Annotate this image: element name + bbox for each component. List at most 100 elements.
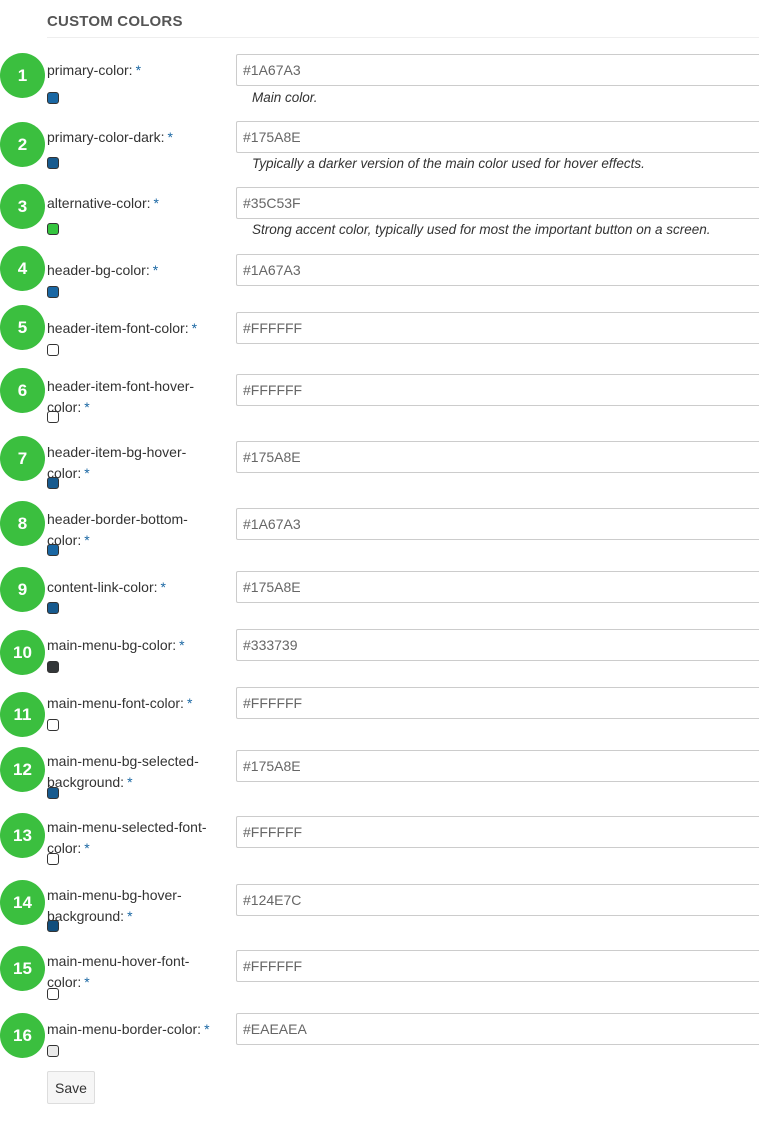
- field-label: alternative-color: *: [47, 193, 215, 214]
- color-swatch[interactable]: [47, 1045, 59, 1057]
- field-label: header-item-bg-hover-color: *: [47, 442, 215, 484]
- field-label-text: primary-color:: [47, 62, 133, 78]
- field-label: main-menu-bg-color: *: [47, 635, 215, 656]
- required-asterisk: *: [191, 320, 198, 336]
- field-help-text: Strong accent color, typically used for …: [252, 222, 711, 237]
- color-swatch[interactable]: [47, 544, 59, 556]
- step-number-badge: 2: [0, 122, 45, 167]
- color-hex-input[interactable]: [236, 121, 759, 153]
- step-number-badge: 1: [0, 53, 45, 98]
- field-label-text: header-bg-color:: [47, 262, 150, 278]
- field-label-text: main-menu-bg-selected-background:: [47, 753, 199, 790]
- color-hex-input[interactable]: [236, 629, 759, 661]
- step-number-badge: 10: [0, 630, 45, 675]
- field-label-text: header-border-bottom-color:: [47, 511, 188, 548]
- color-hex-input[interactable]: [236, 750, 759, 782]
- field-label: header-bg-color: *: [47, 260, 215, 281]
- field-label: main-menu-bg-hover-background: *: [47, 885, 215, 927]
- field-label: header-border-bottom-color: *: [47, 509, 215, 551]
- field-label: main-menu-font-color: *: [47, 693, 215, 714]
- field-label-text: alternative-color:: [47, 195, 151, 211]
- color-hex-input[interactable]: [236, 950, 759, 982]
- field-label: main-menu-bg-selected-background: *: [47, 751, 215, 793]
- field-label-text: main-menu-bg-color:: [47, 637, 177, 653]
- color-hex-input[interactable]: [236, 312, 759, 344]
- required-asterisk: *: [186, 695, 193, 711]
- field-label-text: main-menu-font-color:: [47, 695, 184, 711]
- step-number-badge: 11: [0, 692, 45, 737]
- save-button[interactable]: Save: [47, 1071, 95, 1104]
- color-swatch[interactable]: [47, 92, 59, 104]
- color-hex-input[interactable]: [236, 187, 759, 219]
- required-asterisk: *: [84, 840, 90, 856]
- required-asterisk: *: [160, 579, 166, 595]
- field-label: main-menu-selected-font-color: *: [47, 817, 215, 859]
- step-number-badge: 5: [0, 305, 45, 350]
- field-label: header-item-font-color: *: [47, 318, 215, 339]
- color-hex-input[interactable]: [236, 374, 759, 406]
- field-label-text: content-link-color:: [47, 579, 158, 595]
- field-label-text: header-item-font-color:: [47, 320, 189, 336]
- required-asterisk: *: [84, 399, 90, 415]
- step-number-badge: 14: [0, 880, 45, 925]
- required-asterisk: *: [167, 129, 173, 145]
- color-swatch[interactable]: [47, 787, 59, 799]
- color-swatch[interactable]: [47, 853, 59, 865]
- color-swatch[interactable]: [47, 719, 59, 731]
- color-swatch[interactable]: [47, 344, 59, 356]
- color-swatch[interactable]: [47, 286, 59, 298]
- color-hex-input[interactable]: [236, 441, 759, 473]
- step-number-badge: 16: [0, 1013, 45, 1058]
- required-asterisk: *: [84, 532, 90, 548]
- color-swatch[interactable]: [47, 661, 59, 673]
- required-asterisk: *: [127, 908, 133, 924]
- color-swatch[interactable]: [47, 602, 59, 614]
- field-help-text: Main color.: [252, 90, 318, 105]
- field-label: main-menu-border-color: *: [47, 1019, 215, 1040]
- field-label-text: header-item-font-hover-color:: [47, 378, 195, 415]
- step-number-badge: 15: [0, 946, 45, 991]
- color-swatch[interactable]: [47, 920, 59, 932]
- field-label-text: main-menu-border-color:: [47, 1021, 202, 1037]
- step-number-badge: 4: [0, 246, 45, 291]
- step-number-badge: 12: [0, 747, 45, 792]
- color-hex-input[interactable]: [236, 884, 759, 916]
- field-label: main-menu-hover-font-color: *: [47, 951, 215, 993]
- color-swatch[interactable]: [47, 223, 59, 235]
- color-hex-input[interactable]: [236, 508, 759, 540]
- field-help-text: Typically a darker version of the main c…: [252, 156, 645, 171]
- step-number-badge: 13: [0, 813, 45, 858]
- color-hex-input[interactable]: [236, 571, 759, 603]
- required-asterisk: *: [204, 1021, 210, 1037]
- field-label-text: main-menu-selected-font-color:: [47, 819, 207, 856]
- field-label-text: main-menu-hover-font-color:: [47, 953, 190, 990]
- required-asterisk: *: [84, 974, 90, 990]
- color-hex-input[interactable]: [236, 816, 759, 848]
- required-asterisk: *: [153, 195, 159, 211]
- color-hex-input[interactable]: [236, 687, 759, 719]
- section-divider: [47, 37, 759, 38]
- required-asterisk: *: [179, 637, 185, 653]
- step-number-badge: 6: [0, 368, 45, 413]
- required-asterisk: *: [135, 62, 142, 78]
- field-label-text: main-menu-bg-hover-background:: [47, 887, 182, 924]
- required-asterisk: *: [127, 774, 133, 790]
- color-swatch[interactable]: [47, 157, 59, 169]
- color-swatch[interactable]: [47, 988, 59, 1000]
- section-title: CUSTOM COLORS: [47, 13, 183, 30]
- field-label: content-link-color: *: [47, 577, 215, 598]
- field-label-text: header-item-bg-hover-color:: [47, 444, 187, 481]
- color-hex-input[interactable]: [236, 254, 759, 286]
- field-label: header-item-font-hover-color: *: [47, 376, 215, 418]
- color-hex-input[interactable]: [236, 1013, 759, 1045]
- field-label: primary-color: *: [47, 60, 215, 81]
- required-asterisk: *: [152, 262, 159, 278]
- step-number-badge: 3: [0, 184, 45, 229]
- color-hex-input[interactable]: [236, 54, 759, 86]
- color-swatch[interactable]: [47, 411, 59, 423]
- step-number-badge: 7: [0, 436, 45, 481]
- color-swatch[interactable]: [47, 477, 59, 489]
- step-number-badge: 8: [0, 501, 45, 546]
- step-number-badge: 9: [0, 567, 45, 612]
- required-asterisk: *: [84, 465, 90, 481]
